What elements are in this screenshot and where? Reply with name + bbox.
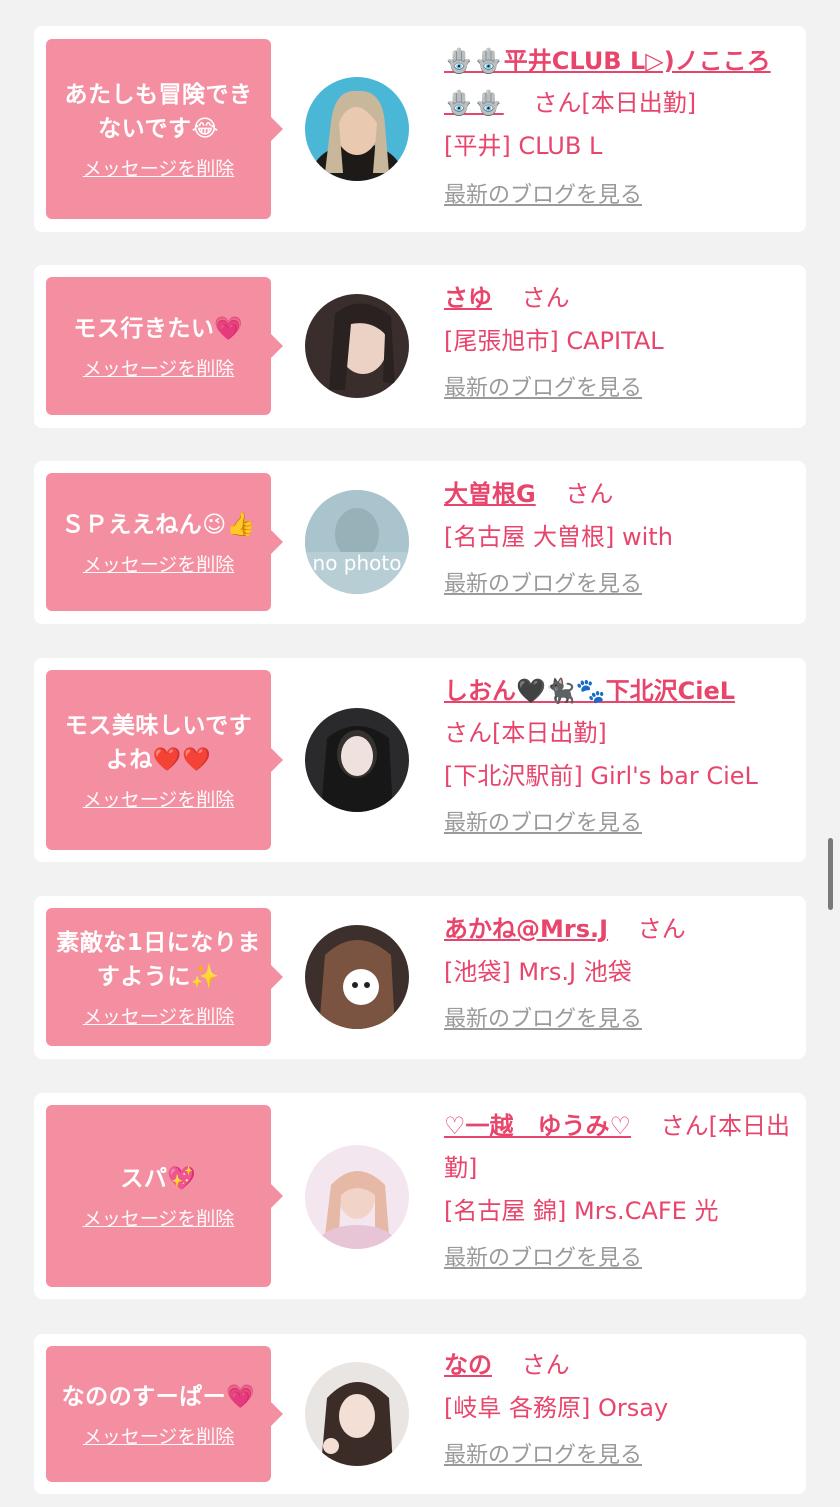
delete-message-link[interactable]: メッセージを削除 [83,1002,235,1029]
view-blog-link[interactable]: 最新のブログを見る [444,1436,642,1476]
user-name-link[interactable]: あかね@Mrs.J [444,915,608,943]
avatar[interactable] [305,925,409,1029]
message-bubble: モス美味しいですよね❤️❤️ メッセージを削除 [46,670,283,850]
shop-label: [尾張旭市] CAPITAL [444,327,664,355]
list-item: モス行きたい💗 メッセージを削除 さゆ さん [尾張旭市] CAPITAL 最新… [34,265,806,428]
list-item: なののすーぱー💗 メッセージを削除 なの さん [岐阜 各務原] Orsay 最… [34,1334,806,1494]
shop-label: [岐阜 各務原] Orsay [444,1394,669,1422]
message-text: モス行きたい💗 [73,315,244,342]
user-name-link[interactable]: なの [444,1351,492,1379]
shop-label: [下北沢駅前] Girl's bar CieL [444,762,758,790]
delete-message-link[interactable]: メッセージを削除 [83,354,235,381]
delete-message-link[interactable]: メッセージを削除 [83,1422,235,1449]
view-blog-link[interactable]: 最新のブログを見る [444,369,642,409]
user-info: 🪬🪬平井CLUB L▷)ノこころ🪬🪬 さん[本日出勤] [平井] CLUB L … [444,40,794,216]
user-info: あかね@Mrs.J さん [池袋] Mrs.J 池袋 最新のブログを見る [444,908,794,1040]
list-item: 素敵な1日になりますように✨ メッセージを削除 あかね@Mrs.J さん [池袋… [34,896,806,1059]
view-blog-link[interactable]: 最新のブログを見る [444,176,642,216]
delete-message-link[interactable]: メッセージを削除 [83,1204,235,1231]
message-bubble: あたしも冒険できないです😂 メッセージを削除 [46,39,283,219]
message-text: スパ💖 [120,1165,197,1192]
user-suffix: さん [565,480,614,508]
avatar[interactable] [305,708,409,812]
message-text: 素敵な1日になりますように✨ [56,929,261,990]
view-blog-link[interactable]: 最新のブログを見る [444,804,642,844]
shop-label: [平井] CLUB L [444,132,603,160]
user-info: 大曽根G さん [名古屋 大曽根] with 最新のブログを見る [444,473,794,605]
message-bubble: スパ💖 メッセージを削除 [46,1105,283,1287]
user-info: しおん🖤🐈‍⬛🐾下北沢CieL さん[本日出勤] [下北沢駅前] Girl's … [444,670,794,844]
message-bubble: モス行きたい💗 メッセージを削除 [46,277,283,415]
user-name-link[interactable]: 大曽根G [444,480,536,508]
user-suffix: さん [521,284,570,312]
list-item: モス美味しいですよね❤️❤️ メッセージを削除 しおん🖤🐈‍⬛🐾下北沢CieL … [34,658,806,862]
delete-message-link[interactable]: メッセージを削除 [83,154,235,181]
view-blog-link[interactable]: 最新のブログを見る [444,1000,642,1040]
shop-label: [池袋] Mrs.J 池袋 [444,958,632,986]
user-suffix: さん[本日出勤] [444,719,607,747]
shop-label: [名古屋 大曽根] with [444,523,673,551]
view-blog-link[interactable]: 最新のブログを見る [444,565,642,605]
avatar-placeholder[interactable]: no photo [305,490,409,594]
list-item: スパ💖 メッセージを削除 ♡一越 ゆうみ♡ さん[本日出勤] [名古屋 錦] M… [34,1093,806,1299]
avatar[interactable] [305,1145,409,1249]
user-suffix: さん [521,1351,570,1379]
scrollbar[interactable] [828,838,833,910]
delete-message-link[interactable]: メッセージを削除 [83,550,235,577]
user-name-link[interactable]: しおん🖤🐈‍⬛🐾下北沢CieL [444,677,735,705]
list-item: あたしも冒険できないです😂 メッセージを削除 🪬🪬平井CLUB L▷)ノこころ🪬… [34,26,806,232]
view-blog-link[interactable]: 最新のブログを見る [444,1239,642,1279]
no-photo-text: no photo [313,551,402,575]
message-text: モス美味しいですよね❤️❤️ [64,712,253,773]
user-suffix: さん [637,915,686,943]
user-info: ♡一越 ゆうみ♡ さん[本日出勤] [名古屋 錦] Mrs.CAFE 光 最新の… [444,1105,794,1279]
message-bubble: ＳＰええねん😉👍 メッセージを削除 [46,473,283,611]
message-text: あたしも冒険できないです😂 [64,81,253,142]
list-item: ＳＰええねん😉👍 メッセージを削除 no photo 大曽根G さん [名古屋 … [34,461,806,624]
user-name-link[interactable]: ♡一越 ゆうみ♡ [444,1112,631,1140]
avatar[interactable] [305,1362,409,1466]
message-text: ＳＰええねん😉👍 [61,511,256,538]
message-bubble: なののすーぱー💗 メッセージを削除 [46,1346,283,1482]
user-info: なの さん [岐阜 各務原] Orsay 最新のブログを見る [444,1344,794,1476]
user-suffix: さん[本日出勤] [533,89,697,117]
avatar[interactable] [305,294,409,398]
message-text: なののすーぱー💗 [61,1383,256,1410]
delete-message-link[interactable]: メッセージを削除 [83,785,235,812]
user-info: さゆ さん [尾張旭市] CAPITAL 最新のブログを見る [444,277,794,409]
user-name-link[interactable]: さゆ [444,284,492,312]
avatar[interactable] [305,77,409,181]
message-bubble: 素敵な1日になりますように✨ メッセージを削除 [46,908,283,1046]
shop-label: [名古屋 錦] Mrs.CAFE 光 [444,1197,719,1225]
